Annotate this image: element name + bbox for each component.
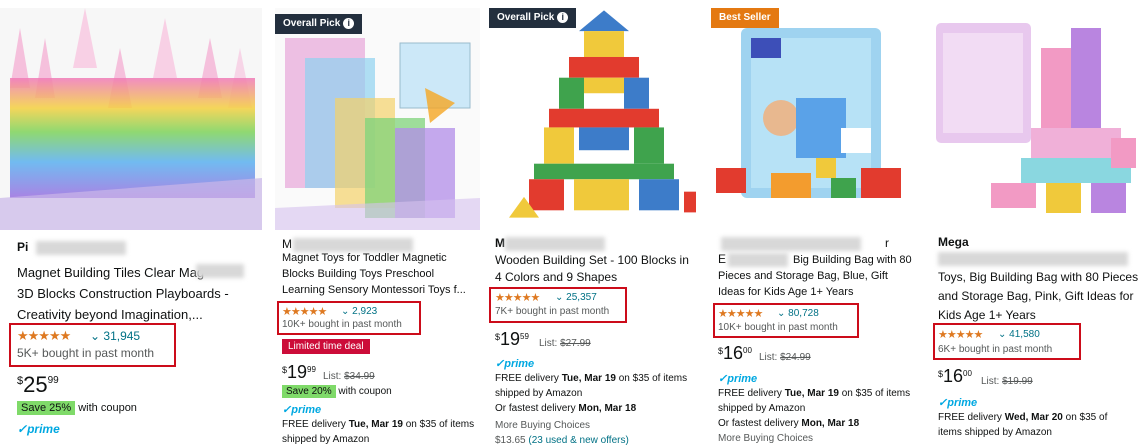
- delivery-info: FREE delivery Tue, Mar 19 on $35 of item…: [282, 419, 475, 445]
- product-card-3[interactable]: Overall Pick i M Wooden Building Set - 10…: [489, 0, 699, 445]
- price-whole: 19: [500, 329, 521, 349]
- coupon-badge: Save 25%: [17, 401, 76, 415]
- delivery-info: FREE delivery Tue, Mar 19 on $35 of item…: [718, 388, 911, 429]
- title-line: Learning Sensory Montessori Toys f...: [282, 284, 466, 296]
- list-price: List: $27.99: [539, 338, 591, 349]
- title-line: Pieces and Storage Bag, Blue, Gift: [718, 270, 888, 282]
- price-fraction: 00: [743, 346, 752, 355]
- product-card-4[interactable]: Best Seller E r Big Building Bag with 80…: [711, 0, 921, 445]
- rating-count[interactable]: ⌄ 31,945: [90, 329, 140, 343]
- product-image-building-bag-blue[interactable]: [711, 8, 921, 230]
- redacted-brand: [938, 252, 1128, 266]
- price[interactable]: $1959: [495, 329, 529, 350]
- bought-past-month: 10K+ bought in past month: [282, 319, 402, 330]
- redacted-brand: [36, 241, 126, 255]
- more-buying-choices[interactable]: More Buying Choices $13.65 (23 used & ne…: [495, 418, 629, 445]
- title-line: 3D Blocks Construction Playboards -: [17, 286, 229, 301]
- rating-count[interactable]: ⌄ 80,728: [777, 308, 819, 319]
- title-line: Ideas for Kids Age 1+ Years: [718, 286, 854, 298]
- prime-logo: ✓prime: [938, 397, 978, 409]
- title-line: Blocks Building Toys Preschool: [282, 268, 435, 280]
- prime-logo: ✓prime: [495, 358, 535, 370]
- prime-logo: ✓prime: [718, 373, 758, 385]
- price[interactable]: $1600: [718, 343, 752, 364]
- coupon-text: with coupon: [78, 402, 137, 414]
- product-card-1[interactable]: Pi Magnet Building Tiles Clear Mag 3D Bl…: [0, 0, 262, 445]
- redacted-brand: [721, 237, 861, 251]
- rating-count[interactable]: ⌄ 25,357: [555, 292, 597, 303]
- title-line: Magnet Toys for Toddler Magnetic: [282, 252, 447, 264]
- rating-count-value: 31,945: [103, 329, 141, 343]
- price-whole: 16: [723, 343, 744, 363]
- product-brand[interactable]: M: [282, 237, 292, 251]
- prime-logo: ✓prime: [17, 422, 60, 436]
- used-new-offers-link[interactable]: (23 used & new offers): [528, 435, 628, 445]
- title-line: Big Building Bag with 80: [793, 254, 912, 266]
- bought-past-month: 10K+ bought in past month: [718, 322, 838, 333]
- price[interactable]: $2599: [17, 372, 59, 398]
- product-title[interactable]: Big Building Bag with 80 Pieces and Stor…: [718, 252, 912, 300]
- bought-past-month: 6K+ bought in past month: [938, 344, 1053, 355]
- list-price: List: $34.99: [323, 371, 375, 382]
- title-line: Creativity beyond Imagination,...: [17, 307, 203, 322]
- product-brand[interactable]: Pi: [17, 240, 28, 254]
- product-brand-suffix: r: [885, 236, 889, 250]
- bought-past-month: 7K+ bought in past month: [495, 306, 610, 317]
- product-title[interactable]: Magnet Toys for Toddler Magnetic Blocks …: [282, 250, 466, 298]
- rating-count[interactable]: ⌄ 2,923: [341, 306, 377, 317]
- star-rating[interactable]: ★★★★★: [495, 291, 540, 304]
- title-line: Wooden Building Set - 100 Blocks in: [495, 253, 689, 267]
- rating-count-value: 25,357: [566, 292, 597, 303]
- delivery-info: FREE delivery Tue, Mar 19 on $35 of item…: [495, 373, 688, 414]
- title-line: 4 Colors and 9 Shapes: [495, 270, 618, 284]
- coupon-badge: Save 20%: [282, 385, 336, 398]
- product-brand[interactable]: Mega: [938, 235, 969, 249]
- delivery-info: FREE delivery Wed, Mar 20 on $35 of item…: [938, 412, 1108, 438]
- rating-count[interactable]: ⌄ 41,580: [998, 329, 1040, 340]
- more-buying-choices[interactable]: More Buying Choices: [718, 431, 813, 445]
- product-image-magnet-toys[interactable]: [275, 8, 480, 230]
- list-price: List: $19.99: [981, 376, 1033, 387]
- product-title[interactable]: Wooden Building Set - 100 Blocks in 4 Co…: [495, 252, 689, 286]
- star-rating[interactable]: ★★★★★: [17, 328, 71, 344]
- price[interactable]: $1600: [938, 366, 972, 387]
- price-whole: 25: [23, 372, 48, 397]
- title-line: and Storage Bag, Pink, Gift Ideas for: [938, 289, 1134, 303]
- product-brand[interactable]: M: [495, 236, 505, 250]
- coupon[interactable]: Save 20% with coupon: [282, 385, 392, 398]
- price-whole: 19: [287, 362, 308, 382]
- price-fraction: 00: [963, 369, 972, 378]
- info-icon: i: [557, 12, 569, 23]
- product-card-2[interactable]: Overall Pick i M Magnet Toys for Toddler …: [275, 0, 480, 445]
- price[interactable]: $1999: [282, 362, 316, 383]
- price-fraction: 59: [520, 332, 529, 341]
- star-rating[interactable]: ★★★★★: [282, 305, 327, 318]
- coupon[interactable]: Save 25% with coupon: [17, 401, 137, 415]
- product-image-wooden-blocks[interactable]: [489, 0, 699, 230]
- star-rating[interactable]: ★★★★★: [718, 307, 763, 320]
- coupon-text: with coupon: [338, 386, 392, 397]
- limited-time-deal-badge: Limited time deal: [282, 339, 370, 354]
- bought-past-month: 5K+ bought in past month: [17, 346, 155, 360]
- list-price: List: $24.99: [759, 352, 811, 363]
- price-fraction: 99: [307, 365, 316, 374]
- price-whole: 16: [943, 366, 964, 386]
- rating-count-value: 80,728: [788, 308, 819, 319]
- rating-count-value: 2,923: [352, 306, 378, 317]
- rating-count-value: 41,580: [1009, 329, 1040, 340]
- title-line: Toys, Big Building Bag with 80 Pieces: [938, 270, 1139, 284]
- product-card-5[interactable]: Mega Toys, Big Building Bag with 80 Piec…: [931, 0, 1139, 445]
- overall-pick-badge: Overall Pick i: [489, 8, 577, 28]
- redacted-brand: [505, 237, 605, 251]
- overall-pick-badge: Overall Pick i: [275, 14, 363, 34]
- prime-logo: ✓prime: [282, 404, 322, 416]
- star-rating[interactable]: ★★★★★: [938, 328, 983, 341]
- product-image-magnet-tiles[interactable]: [0, 8, 262, 230]
- redacted-title: [196, 264, 244, 278]
- product-image-building-bag-pink[interactable]: [931, 8, 1139, 230]
- info-icon: i: [343, 18, 355, 29]
- price-fraction: 99: [47, 375, 59, 386]
- best-seller-badge: Best Seller: [711, 8, 779, 28]
- product-title[interactable]: Toys, Big Building Bag with 80 Pieces an…: [938, 268, 1138, 325]
